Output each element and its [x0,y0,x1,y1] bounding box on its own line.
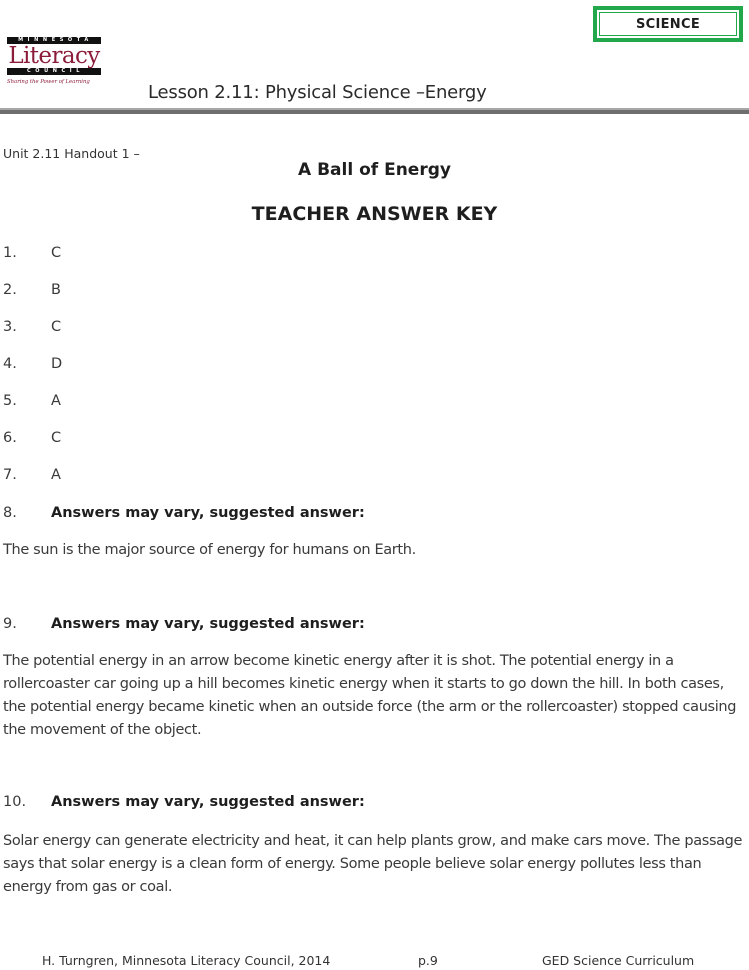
footer-author: H. Turngren, Minnesota Literacy Council,… [42,953,331,968]
question-number: 1. [3,245,17,261]
footer-curriculum: GED Science Curriculum [542,953,695,968]
question-number: 5. [3,393,17,409]
mc-answer-item: 6. C [3,430,61,446]
handout-title: A Ball of Energy [298,160,451,180]
logo-word: Literacy [8,43,100,69]
mc-answer-item: 5. A [3,393,61,409]
suggested-answer: Solar energy can generate electricity an… [3,833,743,895]
mc-answer-item: 1. C [3,245,61,261]
question-number: 7. [3,467,17,483]
answer-letter: C [51,245,62,261]
suggested-answer: The potential energy in an arrow become … [3,653,737,738]
badge-label: SCIENCE [635,16,701,32]
question-number: 9. [3,616,17,632]
suggested-answer: The sun is the major source of energy fo… [3,542,416,558]
open-question-header: 8. Answers may vary, suggested answer: [3,505,365,521]
header-divider [0,108,749,115]
answer-letter: B [51,282,61,298]
literacy-council-logo: MINNESOTA Literacy COUNCIL Sharing the P… [7,37,101,85]
question-number: 3. [3,319,17,335]
question-prompt: Answers may vary, suggested answer: [51,794,365,810]
subject-badge: SCIENCE [593,6,743,42]
question-number: 10. [3,794,27,810]
logo-tagline: Sharing the Power of Learning [7,79,90,85]
answer-letter: C [51,319,62,335]
question-prompt: Answers may vary, suggested answer: [51,616,365,632]
question-prompt: Answers may vary, suggested answer: [51,505,365,521]
mc-answer-item: 2. B [3,282,61,298]
footer-page-number: p.9 [418,953,438,968]
lesson-title: Lesson 2.11: Physical Science –Energy [148,82,487,103]
unit-label: Unit 2.11 Handout 1 – [3,146,140,161]
mc-answer-item: 7. A [3,467,61,483]
mc-answer-item: 4. D [3,356,62,372]
question-number: 2. [3,282,17,298]
question-number: 4. [3,356,17,372]
answer-letter: A [51,393,61,409]
question-number: 6. [3,430,17,446]
question-number: 8. [3,505,17,521]
logo-bottom-bar: COUNCIL [7,68,101,75]
open-question-header: 9. Answers may vary, suggested answer: [3,616,365,632]
mc-answer-item: 3. C [3,319,61,335]
answer-letter: C [51,430,62,446]
answer-letter: D [51,356,63,372]
open-question-header: 10. Answers may vary, suggested answer: [3,794,365,810]
answer-letter: A [51,467,61,483]
answer-key-title: TEACHER ANSWER KEY [251,203,498,225]
